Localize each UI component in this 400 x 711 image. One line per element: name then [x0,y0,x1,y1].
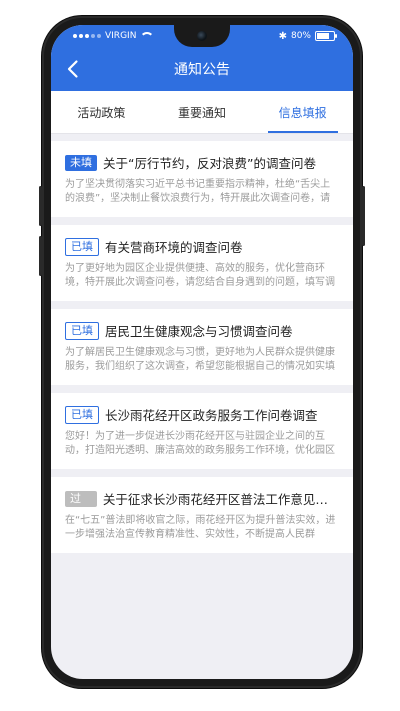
status-badge: 已填 [65,237,99,256]
bluetooth-icon: ✱ [278,30,287,42]
power-button [362,186,365,246]
phone-frame: VIRGIN ✱ 80% 通知公告 活动政策 重要通知 信息填报 未填 关于“厉… [39,16,365,688]
item-description: 为了坚决贯彻落实习近平总书记重要指示精神，杜绝“舌尖上的浪费”，坚决制止餐饮浪费… [65,179,331,204]
notice-list: 未填 关于“厉行节约，反对浪费”的调查问卷 为了坚决贯彻落实习近平总书记重要指示… [51,133,353,561]
item-description: 在“七五”普法即将收官之际，雨花经开区为提升普法实效，进一步增强法治宣传教育精准… [65,515,336,540]
status-badge: 已填 [65,321,99,340]
battery-percent: 80% [290,31,311,41]
item-description: 您好！为了进一步促进长沙雨花经开区与驻园企业之间的互动，打造阳光透明、廉洁高效的… [65,431,335,456]
list-item[interactable]: 已填 长沙雨花经开区政务服务工作问卷调查 您好！为了进一步促进长沙雨花经开区与驻… [51,393,353,469]
tab-information-report[interactable]: 信息填报 [252,91,353,133]
front-camera-icon [197,31,207,41]
battery-icon [315,31,337,41]
item-title: 关于“厉行节约，反对浪费”的调查问卷 [103,156,316,171]
wifi-icon [140,32,150,40]
status-badge: 已填 [65,405,99,424]
signal-icon [73,34,101,38]
item-description: 为了解居民卫生健康观念与习惯，更好地为人民群众提供健康服务，我们组织了这次调查，… [65,347,335,372]
list-item[interactable]: 未填 关于“厉行节约，反对浪费”的调查问卷 为了坚决贯彻落实习近平总书记重要指示… [51,141,353,217]
status-badge: 未填 [65,154,97,171]
list-item[interactable]: 已填 居民卫生健康观念与习惯调查问卷 为了解居民卫生健康观念与习惯，更好地为人民… [51,309,353,385]
tab-bar: 活动政策 重要通知 信息填报 [51,91,353,134]
notch [174,25,230,47]
header-bar: 通知公告 [51,47,353,91]
page-title: 通知公告 [174,62,230,78]
list-item[interactable]: 已填 有关营商环境的调查问卷 为了更好地为园区企业提供便捷、高效的服务，优化营商… [51,225,353,301]
tab-activity-policy[interactable]: 活动政策 [51,91,152,133]
status-badge: 过期 [65,490,97,521]
chevron-left-icon [67,60,78,78]
volume-button [39,236,42,276]
item-description: 为了更好地为园区企业提供便捷、高效的服务，优化营商环境，特开展此次调查问卷，请您… [65,263,335,288]
item-title: 有关营商环境的调查问卷 [105,240,243,255]
screen: VIRGIN ✱ 80% 通知公告 活动政策 重要通知 信息填报 未填 关于“厉… [51,25,353,679]
volume-button [39,186,42,226]
item-title: 关于征求长沙雨花经开区普法工作意见通知 [102,492,339,507]
item-title: 长沙雨花经开区政务服务工作问卷调查 [105,408,318,423]
status-right: ✱ 80% [278,30,337,42]
carrier-label: VIRGIN [105,31,137,41]
item-title: 居民卫生健康观念与习惯调查问卷 [105,324,293,339]
back-button[interactable] [61,57,85,81]
list-item[interactable]: 过期 关于征求长沙雨花经开区普法工作意见通知 在“七五”普法即将收官之际，雨花经… [51,477,353,553]
tab-important-notice[interactable]: 重要通知 [152,91,253,133]
status-left: VIRGIN [73,31,150,41]
